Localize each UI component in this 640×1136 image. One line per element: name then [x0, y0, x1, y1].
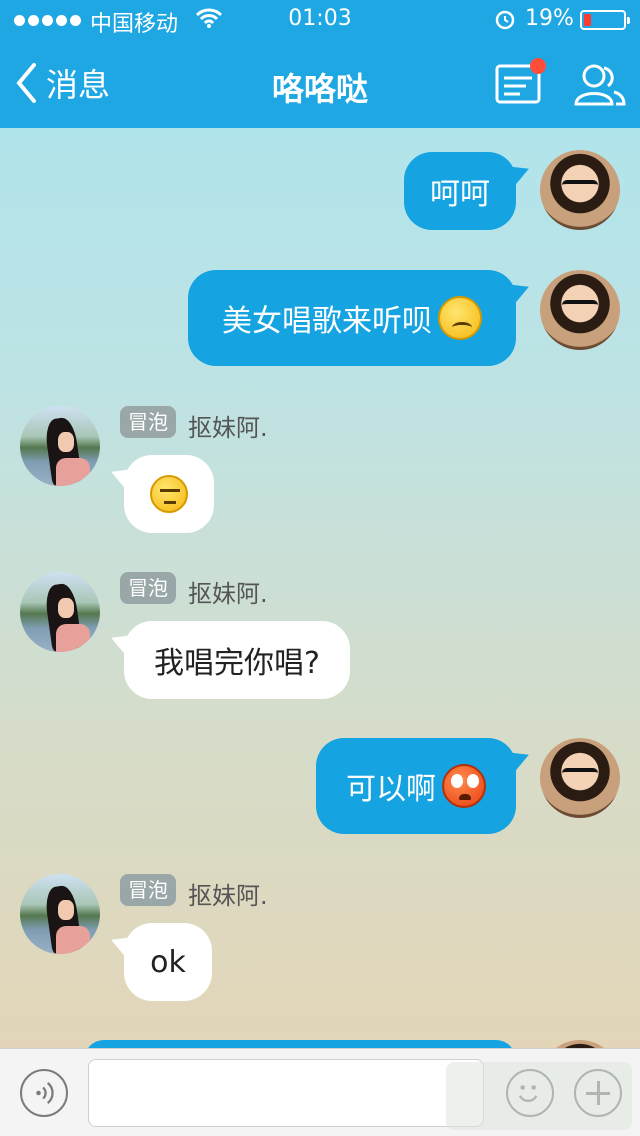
alarm-icon: [495, 10, 515, 30]
confused-face-icon: [438, 296, 482, 340]
friends-icon[interactable]: [570, 60, 626, 108]
contact-avatar[interactable]: [20, 874, 100, 954]
message-bubble[interactable]: 可以啊: [316, 738, 516, 834]
bubble-tag: 冒泡: [120, 406, 176, 438]
chevron-left-icon: [16, 63, 36, 103]
my-avatar[interactable]: [540, 150, 620, 230]
bubble-tag: 冒泡: [120, 874, 176, 906]
back-label: 消息: [46, 66, 111, 104]
voice-input-button[interactable]: [20, 1069, 68, 1117]
my-avatar[interactable]: [540, 270, 620, 350]
message-bubble[interactable]: ok: [124, 923, 212, 1001]
message-bubble[interactable]: 呵呵: [404, 152, 516, 230]
my-avatar[interactable]: [540, 738, 620, 818]
watermark-logo: [446, 1062, 632, 1130]
message-text: 我唱完你唱?: [154, 646, 320, 681]
notification-badge: [530, 58, 546, 74]
sender-name: 抠妹阿.: [188, 580, 268, 608]
message-bubble[interactable]: 美女唱歌来听呗: [188, 270, 516, 366]
message-text: 呵呵: [430, 177, 490, 212]
message-text: ok: [150, 944, 186, 980]
contact-avatar[interactable]: [20, 406, 100, 486]
battery-level: [584, 14, 591, 26]
bubble-tag: 冒泡: [120, 572, 176, 604]
message-input[interactable]: [88, 1059, 484, 1127]
shocked-face-icon: [442, 764, 486, 808]
message-text: 美女唱歌来听呗: [222, 304, 432, 339]
message-bubble[interactable]: [124, 455, 214, 533]
unamused-face-icon: [150, 475, 188, 513]
message-text: 可以啊: [346, 772, 436, 807]
battery-percent: 19%: [525, 6, 574, 31]
sender-name: 抠妹阿.: [188, 414, 268, 442]
battery-icon: [580, 10, 630, 30]
sender-name: 抠妹阿.: [188, 882, 268, 910]
contact-avatar[interactable]: [20, 572, 100, 652]
sound-wave-icon: [36, 1082, 54, 1104]
message-bubble[interactable]: 我唱完你唱?: [124, 621, 350, 699]
status-bar: 中国移动 01:03 19%: [0, 0, 640, 40]
top-bar: 中国移动 01:03 19% 消息 咯咯哒: [0, 0, 640, 128]
back-button[interactable]: 消息: [14, 58, 110, 108]
